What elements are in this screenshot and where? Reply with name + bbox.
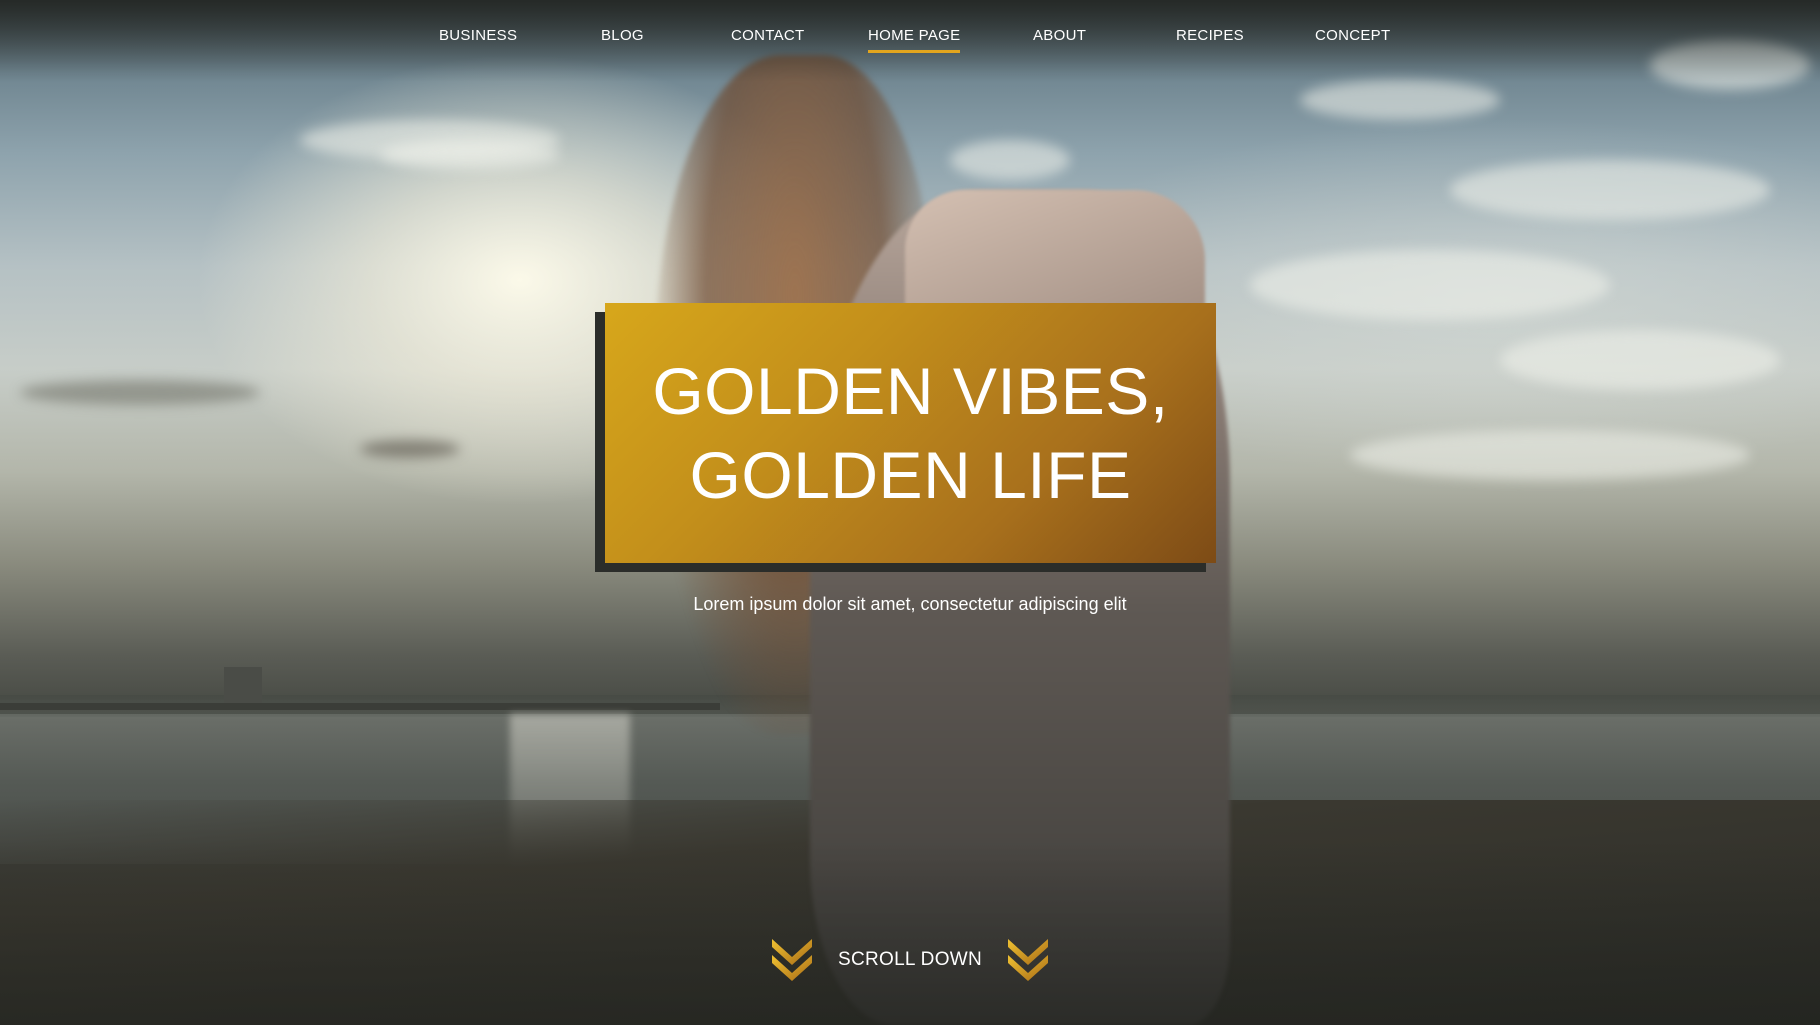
nav-item-home-page[interactable]: HOME PAGE xyxy=(868,27,961,53)
hero-title-line-1: GOLDEN VIBES, xyxy=(652,354,1169,428)
main-navigation: BUSINESS BLOG CONTACT HOME PAGE ABOUT RE… xyxy=(0,0,1820,70)
nav-item-contact[interactable]: CONTACT xyxy=(731,27,804,44)
hero-subtitle: Lorem ipsum dolor sit amet, consectetur … xyxy=(693,594,1127,614)
nav-item-blog[interactable]: BLOG xyxy=(601,27,644,44)
scroll-down-label: SCROLL DOWN xyxy=(837,949,983,970)
nav-item-business[interactable]: BUSINESS xyxy=(439,27,517,44)
hero-title-line-2: GOLDEN LIFE xyxy=(689,438,1132,512)
nav-item-concept[interactable]: CONCEPT xyxy=(1315,27,1390,44)
hero-title-box: GOLDEN VIBES, GOLDEN LIFE xyxy=(605,303,1216,563)
double-chevron-down-icon xyxy=(1008,939,1048,981)
page: BUSINESS BLOG CONTACT HOME PAGE ABOUT RE… xyxy=(0,0,1820,1025)
nav-item-about[interactable]: ABOUT xyxy=(1033,27,1086,44)
double-chevron-down-icon xyxy=(772,939,812,981)
scroll-down-button[interactable]: SCROLL DOWN xyxy=(770,935,1050,985)
nav-item-recipes[interactable]: RECIPES xyxy=(1176,27,1244,44)
